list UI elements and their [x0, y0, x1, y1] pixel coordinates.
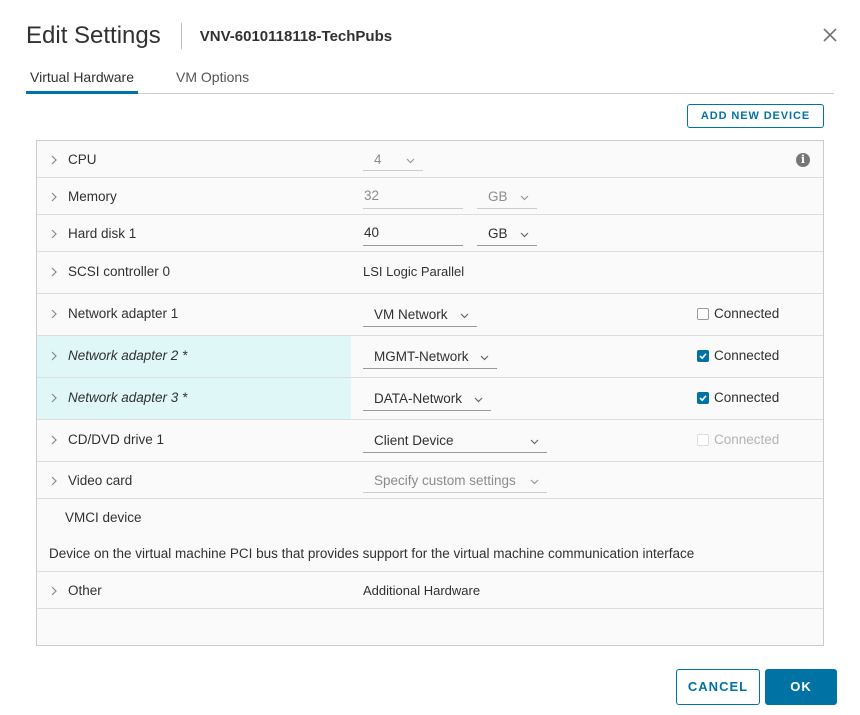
network-adapter-2-value: MGMT-Network: [374, 349, 469, 364]
hardware-row-network-adapter-1: Network adapter 1 VM Network Connected: [37, 294, 823, 336]
vmci-device-label: VMCI device: [65, 510, 142, 525]
chevron-down-icon: [406, 158, 415, 164]
check-icon: [699, 353, 707, 360]
chevron-right-icon[interactable]: [50, 586, 58, 596]
chevron-right-icon[interactable]: [50, 435, 58, 445]
info-icon[interactable]: i: [796, 153, 810, 167]
chevron-down-icon: [530, 439, 539, 445]
chevron-down-icon: [474, 397, 483, 403]
chevron-right-icon[interactable]: [50, 267, 58, 277]
hardware-list: CPU 4 i Memory 32 GB Hard disk 1 40 GB S…: [36, 140, 824, 646]
tab-vm-options[interactable]: VM Options: [175, 66, 250, 93]
network-adapter-2-label: Network adapter 2 *: [68, 348, 188, 363]
chevron-down-icon: [480, 355, 489, 361]
cd-dvd-drive-label: CD/DVD drive 1: [68, 432, 165, 447]
connected-checkbox[interactable]: [697, 392, 709, 404]
hard-disk-unit-value: GB: [488, 226, 508, 241]
dialog-title: Edit Settings: [26, 22, 161, 49]
hardware-row-network-adapter-3: Network adapter 3 * DATA-Network Connect…: [37, 378, 823, 420]
chevron-down-icon: [520, 232, 529, 238]
chevron-right-icon[interactable]: [50, 351, 58, 361]
tab-virtual-hardware[interactable]: Virtual Hardware: [26, 66, 139, 94]
scsi-controller-value: LSI Logic Parallel: [363, 264, 465, 279]
network-adapter-3-label: Network adapter 3 *: [68, 390, 188, 405]
cd-dvd-drive-value: Client Device: [374, 433, 454, 448]
scsi-controller-label: SCSI controller 0: [68, 264, 171, 279]
memory-unit-value: GB: [488, 189, 508, 204]
chevron-down-icon: [520, 195, 529, 201]
memory-input: 32: [363, 188, 463, 209]
connected-label: Connected: [714, 306, 780, 321]
hardware-row-cd-dvd-drive: CD/DVD drive 1 Client Device Connected: [37, 420, 823, 462]
hardware-row-other: Other Additional Hardware: [37, 572, 823, 609]
hardware-row-network-adapter-2: Network adapter 2 * MGMT-Network Connect…: [37, 336, 823, 378]
header-divider: [180, 23, 182, 49]
memory-value: 32: [364, 188, 380, 203]
chevron-right-icon[interactable]: [50, 192, 58, 202]
dialog-header: Edit Settings VNV-6010118118-TechPubs: [26, 18, 392, 54]
video-card-value: Specify custom settings: [374, 473, 516, 488]
connected-checkbox[interactable]: [697, 350, 709, 362]
other-label: Other: [68, 583, 102, 598]
chevron-down-icon: [530, 479, 539, 485]
add-new-device-button[interactable]: ADD NEW DEVICE: [687, 104, 824, 128]
connected-label: Connected: [714, 348, 780, 363]
check-icon: [699, 395, 707, 402]
connected-label: Connected: [714, 432, 780, 447]
cpu-count-value: 4: [374, 152, 382, 167]
vmci-device-description: Device on the virtual machine PCI bus th…: [49, 546, 695, 561]
hardware-row-cpu: CPU 4 i: [37, 141, 823, 178]
connected-label: Connected: [714, 390, 780, 405]
hard-disk-unit-select[interactable]: GB: [477, 226, 537, 246]
chevron-right-icon[interactable]: [50, 309, 58, 319]
chevron-right-icon[interactable]: [50, 476, 58, 486]
memory-unit-select: GB: [477, 189, 537, 209]
video-card-label: Video card: [68, 473, 133, 488]
hardware-row-scsi-controller: SCSI controller 0 LSI Logic Parallel: [37, 252, 823, 294]
hardware-row-hard-disk: Hard disk 1 40 GB: [37, 215, 823, 252]
ok-button[interactable]: OK: [765, 669, 837, 705]
other-value: Additional Hardware: [363, 583, 481, 598]
hard-disk-size-value: 40: [364, 225, 380, 240]
network-adapter-1-label: Network adapter 1: [68, 306, 179, 321]
network-adapter-1-select[interactable]: VM Network: [363, 307, 477, 327]
memory-label: Memory: [68, 189, 117, 204]
network-adapter-1-value: VM Network: [374, 307, 448, 322]
cd-dvd-drive-select[interactable]: Client Device: [363, 433, 547, 453]
vm-name: VNV-6010118118-TechPubs: [199, 27, 393, 45]
connected-checkbox: [697, 434, 709, 446]
hardware-row-video-card: Video card Specify custom settings: [37, 462, 823, 499]
chevron-right-icon[interactable]: [50, 155, 58, 165]
connected-checkbox[interactable]: [697, 308, 709, 320]
video-card-select: Specify custom settings: [363, 473, 547, 493]
chevron-down-icon: [460, 313, 469, 319]
hardware-row-memory: Memory 32 GB: [37, 178, 823, 215]
chevron-right-icon[interactable]: [50, 393, 58, 403]
close-icon[interactable]: [822, 27, 838, 43]
network-adapter-3-value: DATA-Network: [374, 391, 463, 406]
network-adapter-2-select[interactable]: MGMT-Network: [363, 349, 497, 369]
cpu-count-select: 4: [363, 152, 423, 171]
chevron-right-icon[interactable]: [50, 229, 58, 239]
cpu-label: CPU: [68, 152, 97, 167]
cancel-button[interactable]: CANCEL: [676, 669, 760, 705]
hardware-row-vmci-device: VMCI device Device on the virtual machin…: [37, 499, 823, 572]
hard-disk-label: Hard disk 1: [68, 226, 137, 241]
network-adapter-3-select[interactable]: DATA-Network: [363, 391, 491, 411]
hard-disk-size-input[interactable]: 40: [363, 225, 463, 246]
tab-bar: Virtual Hardware VM Options: [26, 66, 834, 94]
